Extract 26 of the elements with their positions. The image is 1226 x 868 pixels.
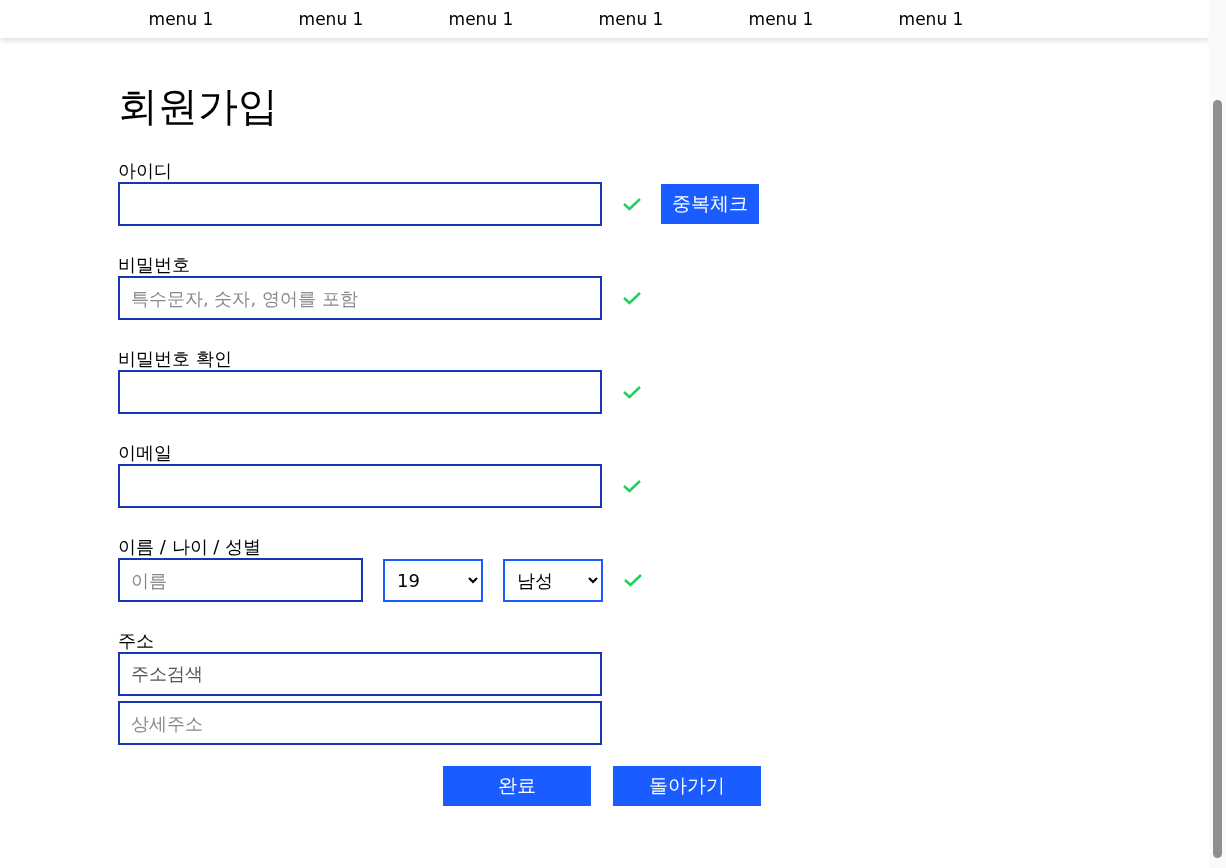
page-title: 회원가입 <box>118 82 279 130</box>
menu-link[interactable]: menu 1 <box>406 9 556 29</box>
menu-link[interactable]: menu 1 <box>106 9 256 29</box>
field-label: 비밀번호 <box>118 254 191 276</box>
field-label: 비밀번호 확인 <box>118 348 233 370</box>
field-label: 주소 <box>118 630 155 652</box>
text-input[interactable]: 특수문자, 숫자, 영어를 포함 <box>118 276 602 320</box>
text-input[interactable] <box>118 370 602 414</box>
gender-select[interactable]: 남성 <box>503 558 603 602</box>
scrollbar[interactable] <box>1209 0 1226 868</box>
text-input[interactable] <box>118 182 602 226</box>
menu-link[interactable]: menu 1 <box>856 9 1006 29</box>
submit-button[interactable]: 완료 <box>443 766 591 806</box>
field-label: 아이디 <box>118 160 173 182</box>
field-label: 이메일 <box>118 442 173 464</box>
address-detail-input[interactable]: 상세주소 <box>118 701 602 745</box>
duplicate-check-button[interactable]: 중복체크 <box>661 184 759 224</box>
menu-link[interactable]: menu 1 <box>556 9 706 29</box>
back-button[interactable]: 돌아가기 <box>613 766 761 806</box>
menu-link[interactable]: menu 1 <box>256 9 406 29</box>
text-input[interactable] <box>118 464 602 508</box>
field-label: 이름 / 나이 / 성별 <box>118 536 262 558</box>
age-select[interactable]: 19 <box>383 558 483 602</box>
menu-link[interactable]: menu 1 <box>706 9 856 29</box>
address-search-input[interactable]: 주소검색 <box>118 652 602 696</box>
name-input[interactable]: 이름 <box>118 558 363 602</box>
